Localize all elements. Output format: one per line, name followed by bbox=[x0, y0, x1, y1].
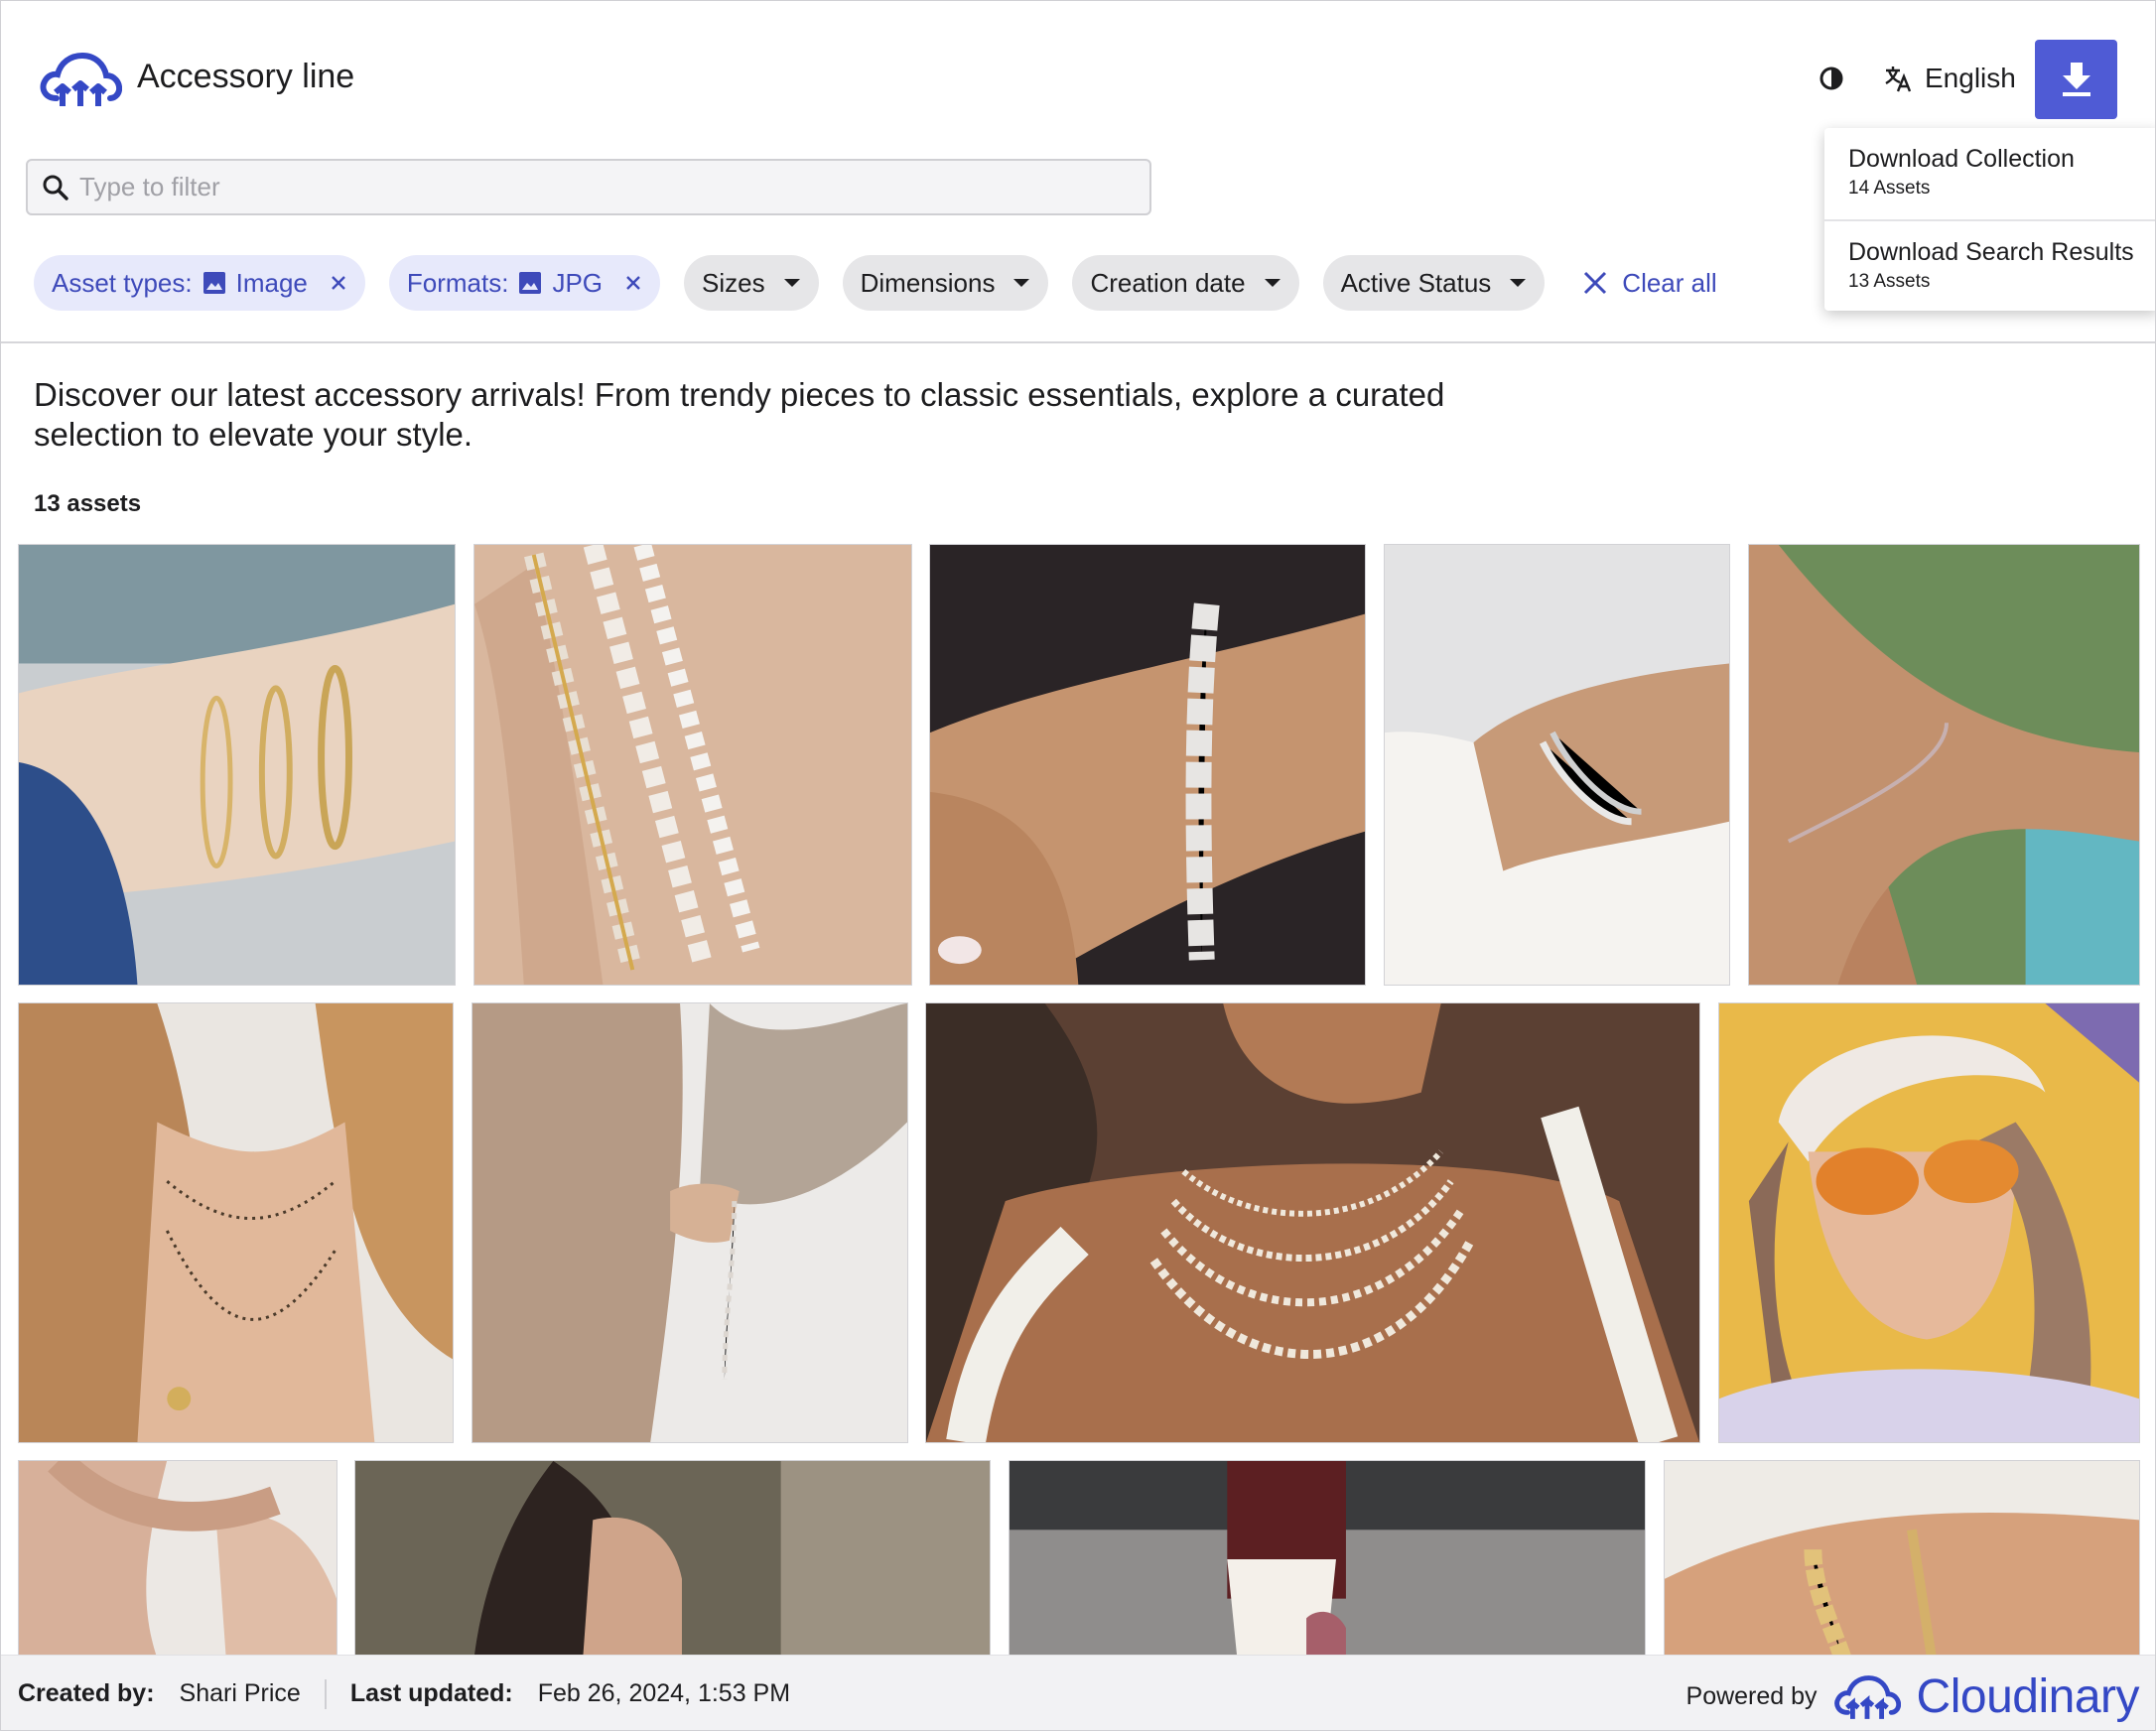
caret-down-icon bbox=[1012, 278, 1030, 288]
asset-thumbnail[interactable] bbox=[1009, 1460, 1646, 1659]
contrast-toggle-button[interactable] bbox=[1814, 61, 1849, 96]
caret-down-icon bbox=[1509, 278, 1527, 288]
filter-chip-value: JPG bbox=[552, 267, 604, 298]
asset-thumbnail[interactable] bbox=[472, 1002, 908, 1443]
filter-chip-dimensions[interactable]: Dimensions bbox=[842, 255, 1049, 311]
menu-item-title: Download Collection bbox=[1848, 145, 2075, 173]
asset-thumbnail[interactable] bbox=[1718, 1002, 2140, 1443]
filter-chip-label: Active Status bbox=[1340, 267, 1492, 298]
download-button[interactable] bbox=[2035, 40, 2117, 119]
powered-by-label: Powered by bbox=[1685, 1682, 1818, 1710]
filter-chip-label: Sizes bbox=[702, 267, 765, 298]
caret-down-icon bbox=[783, 278, 801, 288]
collection-title: Accessory line bbox=[137, 58, 355, 95]
filter-chip-prefix: Asset types: bbox=[52, 267, 193, 298]
image-icon bbox=[518, 271, 542, 295]
asset-thumbnail[interactable] bbox=[929, 544, 1366, 986]
search-icon bbox=[43, 175, 68, 200]
footer-divider bbox=[324, 1678, 327, 1709]
powered-by[interactable]: Powered by Cloudinary bbox=[1685, 1669, 2140, 1724]
created-by-value: Shari Price bbox=[179, 1679, 301, 1707]
download-icon bbox=[2062, 63, 2090, 96]
last-updated-value: Feb 26, 2024, 1:53 PM bbox=[537, 1679, 791, 1707]
remove-filter-icon[interactable] bbox=[330, 274, 347, 292]
created-by-label: Created by: bbox=[18, 1679, 155, 1707]
close-icon bbox=[1584, 271, 1607, 295]
collection-page: Accessory line English Type to filter As… bbox=[0, 0, 2156, 1731]
asset-thumbnail[interactable] bbox=[1664, 1460, 2140, 1659]
clear-all-button[interactable]: Clear all bbox=[1582, 267, 1717, 299]
footer: Created by: Shari Price Last updated: Fe… bbox=[1, 1655, 2155, 1730]
asset-count: 13 assets bbox=[34, 490, 142, 517]
filter-bar: Asset types: Image Formats: JPG Sizes Di… bbox=[34, 255, 1717, 311]
last-updated-label: Last updated: bbox=[349, 1679, 513, 1707]
filter-chip-label: Dimensions bbox=[860, 267, 996, 298]
menu-item-subtitle: 14 Assets bbox=[1848, 178, 1931, 199]
collection-description: Discover our latest accessory arrivals! … bbox=[34, 376, 1445, 453]
asset-thumbnail[interactable] bbox=[18, 1002, 454, 1443]
filter-chip-prefix: Formats: bbox=[406, 267, 509, 298]
language-selector[interactable]: English bbox=[1883, 57, 2016, 100]
filter-chip-creation-date[interactable]: Creation date bbox=[1072, 255, 1299, 311]
brand-wordmark: Cloudinary bbox=[1916, 1670, 2140, 1723]
filter-chip-formats[interactable]: Formats: JPG bbox=[388, 255, 661, 311]
cloudinary-cloud-icon bbox=[39, 51, 123, 108]
menu-item-download-collection[interactable]: Download Collection 14 Assets bbox=[1824, 128, 2155, 219]
image-icon bbox=[202, 271, 226, 295]
asset-thumbnail[interactable] bbox=[1748, 544, 2140, 986]
menu-item-subtitle: 13 Assets bbox=[1848, 271, 1931, 292]
filter-chip-asset-types[interactable]: Asset types: Image bbox=[34, 255, 365, 311]
menu-item-download-search-results[interactable]: Download Search Results 13 Assets bbox=[1824, 219, 2155, 311]
language-label: English bbox=[1925, 63, 2016, 93]
menu-item-title: Download Search Results bbox=[1848, 238, 2134, 266]
filter-chip-value: Image bbox=[235, 267, 308, 298]
filter-chip-sizes[interactable]: Sizes bbox=[684, 255, 819, 311]
cloudinary-cloud-icon bbox=[1833, 1674, 1901, 1719]
caret-down-icon bbox=[1264, 278, 1281, 288]
asset-thumbnail[interactable] bbox=[925, 1002, 1700, 1443]
download-menu: Download Collection 14 Assets Download S… bbox=[1824, 128, 2155, 311]
clear-all-label: Clear all bbox=[1622, 267, 1717, 298]
search-input[interactable] bbox=[79, 172, 1122, 202]
asset-thumbnail[interactable] bbox=[18, 1460, 337, 1659]
asset-thumbnail[interactable] bbox=[473, 544, 912, 986]
asset-thumbnail[interactable] bbox=[1384, 544, 1730, 986]
remove-filter-icon[interactable] bbox=[624, 274, 642, 292]
filter-chip-active-status[interactable]: Active Status bbox=[1322, 255, 1546, 311]
translate-icon bbox=[1885, 67, 1912, 92]
filter-chip-label: Creation date bbox=[1090, 267, 1246, 298]
search-field bbox=[26, 159, 1151, 215]
asset-thumbnail[interactable] bbox=[18, 544, 456, 986]
contrast-icon bbox=[1819, 67, 1843, 90]
asset-thumbnail[interactable] bbox=[354, 1460, 991, 1659]
